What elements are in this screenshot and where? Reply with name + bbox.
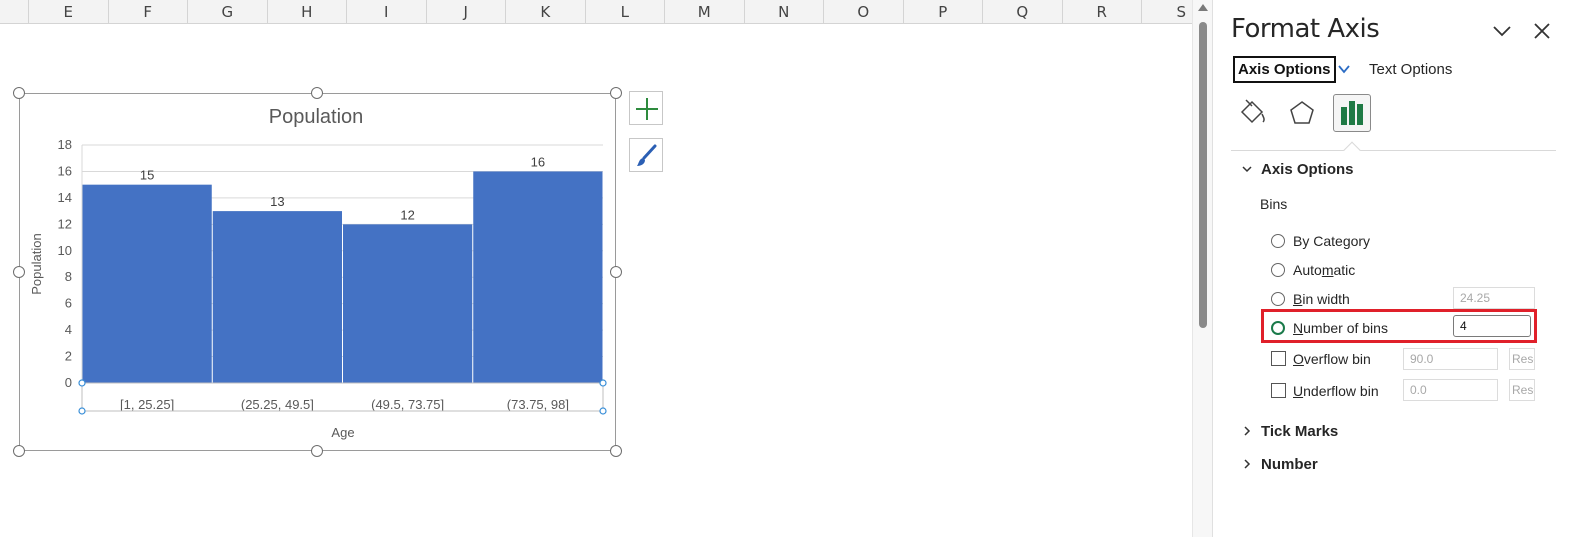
column-header-h[interactable]: H: [266, 0, 347, 24]
underflow-reset-button[interactable]: Rese: [1509, 379, 1535, 401]
checkbox-overflow-bin[interactable]: [1271, 351, 1286, 366]
column-header-f[interactable]: F: [107, 0, 188, 24]
tab-axis-options[interactable]: Axis Options: [1233, 56, 1336, 83]
checkbox-underflow-bin[interactable]: [1271, 383, 1286, 398]
resize-handle-left[interactable]: [13, 266, 25, 278]
bin-width-input[interactable]: 24.25: [1453, 287, 1535, 309]
column-header-q[interactable]: Q: [982, 0, 1062, 24]
section-tick-marks[interactable]: Tick Marks: [1241, 423, 1338, 440]
overflow-bin-input[interactable]: 90.0: [1403, 348, 1498, 370]
scroll-up-arrow-icon[interactable]: [1198, 4, 1208, 11]
chart-elements-button[interactable]: [629, 91, 663, 125]
chevron-down-icon[interactable]: [1337, 62, 1351, 76]
chart-area-frame[interactable]: [19, 93, 616, 451]
pane-divider-notch: [1343, 141, 1361, 159]
column-header-i[interactable]: I: [346, 0, 426, 24]
bar-chart-icon[interactable]: [1333, 94, 1371, 132]
underflow-bin-input[interactable]: 0.0: [1403, 379, 1498, 401]
resize-handle-top[interactable]: [311, 87, 323, 99]
section-axis-options-label: Axis Options: [1261, 161, 1354, 178]
plus-icon: [636, 98, 658, 120]
pane-divider: [1231, 150, 1556, 151]
chevron-right-icon: [1244, 426, 1251, 436]
column-header-o[interactable]: O: [823, 0, 903, 24]
paint-bucket-icon[interactable]: [1233, 94, 1271, 132]
resize-handle-top-right[interactable]: [610, 87, 622, 99]
column-header-j[interactable]: J: [425, 0, 506, 24]
column-header-p[interactable]: P: [902, 0, 983, 24]
column-header-l[interactable]: L: [584, 0, 665, 24]
scrollbar-thumb[interactable]: [1199, 22, 1207, 328]
section-axis-options[interactable]: Axis Options: [1241, 161, 1354, 178]
chart-styles-button[interactable]: [629, 138, 663, 172]
overflow-reset-button[interactable]: Rese: [1509, 348, 1535, 370]
section-number-label: Number: [1261, 456, 1318, 473]
tab-text-options[interactable]: Text Options: [1369, 61, 1452, 78]
pentagon-icon[interactable]: [1283, 94, 1321, 132]
column-header-row: EFGHIJKLMNOPQRS: [0, 0, 1192, 24]
highlight-box: [1261, 309, 1537, 343]
column-header-e[interactable]: E: [28, 0, 108, 24]
column-header-m[interactable]: M: [664, 0, 744, 24]
bins-label: Bins: [1260, 196, 1288, 212]
chevron-right-icon: [1244, 459, 1251, 469]
column-header-g[interactable]: G: [187, 0, 267, 24]
resize-handle-top-left[interactable]: [13, 87, 25, 99]
chevron-down-icon: [1242, 166, 1252, 173]
paintbrush-icon: [637, 144, 657, 166]
resize-handle-bottom-right[interactable]: [610, 445, 622, 457]
column-header-k[interactable]: K: [505, 0, 585, 24]
section-number[interactable]: Number: [1241, 456, 1318, 473]
format-axis-pane: Format Axis Axis Options Text Options Ax…: [1212, 0, 1577, 537]
section-tick-marks-label: Tick Marks: [1261, 423, 1339, 440]
close-icon[interactable]: [1531, 20, 1553, 42]
radio-by-category[interactable]: [1271, 234, 1285, 248]
radio-automatic[interactable]: [1271, 263, 1285, 277]
resize-handle-bottom-left[interactable]: [13, 445, 25, 457]
column-header-n[interactable]: N: [743, 0, 824, 24]
resize-handle-right[interactable]: [610, 266, 622, 278]
chevron-down-icon[interactable]: [1491, 20, 1513, 42]
radio-bin-width[interactable]: [1271, 292, 1285, 306]
excel-window: EFGHIJKLMNOPQRS 0 2 4 6 8 10 12 14 16 18 15 [1, 25.…: [0, 0, 1577, 537]
pane-title: Format Axis: [1231, 14, 1380, 44]
resize-handle-bottom[interactable]: [311, 445, 323, 457]
column-header-r[interactable]: R: [1061, 0, 1142, 24]
vertical-scrollbar[interactable]: [1192, 0, 1212, 537]
